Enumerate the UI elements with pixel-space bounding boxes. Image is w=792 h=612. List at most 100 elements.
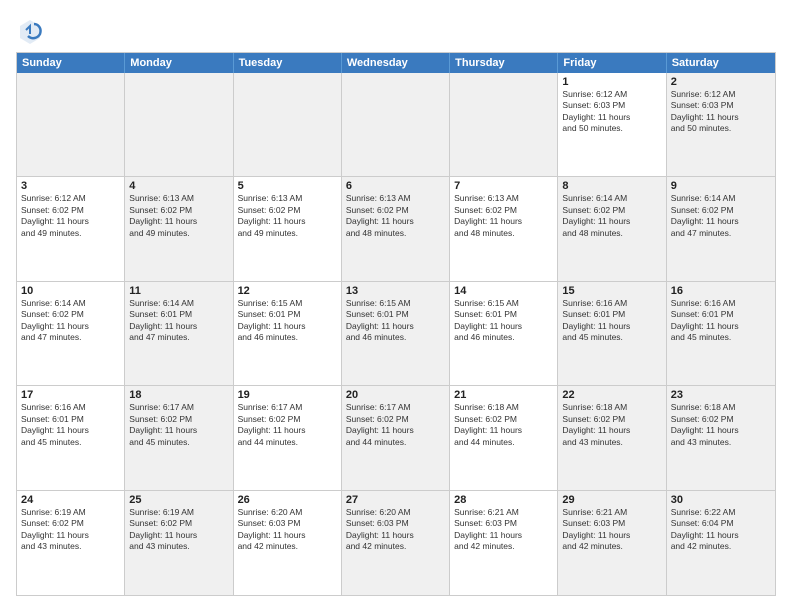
empty-cell bbox=[234, 73, 342, 176]
day-cell-6: 6Sunrise: 6:13 AMSunset: 6:02 PMDaylight… bbox=[342, 177, 450, 280]
header bbox=[16, 16, 776, 44]
day-cell-23: 23Sunrise: 6:18 AMSunset: 6:02 PMDayligh… bbox=[667, 386, 775, 489]
day-info: Sunrise: 6:12 AMSunset: 6:02 PMDaylight:… bbox=[21, 193, 120, 239]
day-cell-10: 10Sunrise: 6:14 AMSunset: 6:02 PMDayligh… bbox=[17, 282, 125, 385]
day-info: Sunrise: 6:13 AMSunset: 6:02 PMDaylight:… bbox=[346, 193, 445, 239]
day-number: 18 bbox=[129, 389, 228, 401]
day-number: 26 bbox=[238, 494, 337, 506]
day-cell-21: 21Sunrise: 6:18 AMSunset: 6:02 PMDayligh… bbox=[450, 386, 558, 489]
logo-icon bbox=[16, 16, 44, 44]
day-cell-9: 9Sunrise: 6:14 AMSunset: 6:02 PMDaylight… bbox=[667, 177, 775, 280]
header-day-monday: Monday bbox=[125, 53, 233, 73]
empty-cell bbox=[17, 73, 125, 176]
day-cell-26: 26Sunrise: 6:20 AMSunset: 6:03 PMDayligh… bbox=[234, 491, 342, 595]
day-info: Sunrise: 6:17 AMSunset: 6:02 PMDaylight:… bbox=[129, 402, 228, 448]
day-info: Sunrise: 6:13 AMSunset: 6:02 PMDaylight:… bbox=[238, 193, 337, 239]
day-number: 30 bbox=[671, 494, 771, 506]
empty-cell bbox=[450, 73, 558, 176]
day-number: 13 bbox=[346, 285, 445, 297]
empty-cell bbox=[342, 73, 450, 176]
day-info: Sunrise: 6:14 AMSunset: 6:02 PMDaylight:… bbox=[21, 298, 120, 344]
day-number: 21 bbox=[454, 389, 553, 401]
header-day-friday: Friday bbox=[558, 53, 666, 73]
day-info: Sunrise: 6:14 AMSunset: 6:01 PMDaylight:… bbox=[129, 298, 228, 344]
day-info: Sunrise: 6:16 AMSunset: 6:01 PMDaylight:… bbox=[562, 298, 661, 344]
day-cell-24: 24Sunrise: 6:19 AMSunset: 6:02 PMDayligh… bbox=[17, 491, 125, 595]
day-number: 27 bbox=[346, 494, 445, 506]
day-cell-17: 17Sunrise: 6:16 AMSunset: 6:01 PMDayligh… bbox=[17, 386, 125, 489]
page: SundayMondayTuesdayWednesdayThursdayFrid… bbox=[0, 0, 792, 612]
day-cell-25: 25Sunrise: 6:19 AMSunset: 6:02 PMDayligh… bbox=[125, 491, 233, 595]
day-cell-22: 22Sunrise: 6:18 AMSunset: 6:02 PMDayligh… bbox=[558, 386, 666, 489]
day-cell-15: 15Sunrise: 6:16 AMSunset: 6:01 PMDayligh… bbox=[558, 282, 666, 385]
day-number: 23 bbox=[671, 389, 771, 401]
day-info: Sunrise: 6:21 AMSunset: 6:03 PMDaylight:… bbox=[562, 507, 661, 553]
day-number: 9 bbox=[671, 180, 771, 192]
week-row-4: 24Sunrise: 6:19 AMSunset: 6:02 PMDayligh… bbox=[17, 491, 775, 595]
day-info: Sunrise: 6:20 AMSunset: 6:03 PMDaylight:… bbox=[346, 507, 445, 553]
day-info: Sunrise: 6:15 AMSunset: 6:01 PMDaylight:… bbox=[238, 298, 337, 344]
day-info: Sunrise: 6:17 AMSunset: 6:02 PMDaylight:… bbox=[238, 402, 337, 448]
day-info: Sunrise: 6:13 AMSunset: 6:02 PMDaylight:… bbox=[454, 193, 553, 239]
day-number: 8 bbox=[562, 180, 661, 192]
day-info: Sunrise: 6:17 AMSunset: 6:02 PMDaylight:… bbox=[346, 402, 445, 448]
calendar: SundayMondayTuesdayWednesdayThursdayFrid… bbox=[16, 52, 776, 596]
day-info: Sunrise: 6:18 AMSunset: 6:02 PMDaylight:… bbox=[562, 402, 661, 448]
day-number: 12 bbox=[238, 285, 337, 297]
day-cell-14: 14Sunrise: 6:15 AMSunset: 6:01 PMDayligh… bbox=[450, 282, 558, 385]
day-info: Sunrise: 6:12 AMSunset: 6:03 PMDaylight:… bbox=[671, 89, 771, 135]
day-cell-5: 5Sunrise: 6:13 AMSunset: 6:02 PMDaylight… bbox=[234, 177, 342, 280]
day-number: 6 bbox=[346, 180, 445, 192]
day-number: 2 bbox=[671, 76, 771, 88]
day-number: 24 bbox=[21, 494, 120, 506]
day-cell-16: 16Sunrise: 6:16 AMSunset: 6:01 PMDayligh… bbox=[667, 282, 775, 385]
day-number: 14 bbox=[454, 285, 553, 297]
day-cell-30: 30Sunrise: 6:22 AMSunset: 6:04 PMDayligh… bbox=[667, 491, 775, 595]
day-cell-12: 12Sunrise: 6:15 AMSunset: 6:01 PMDayligh… bbox=[234, 282, 342, 385]
day-number: 25 bbox=[129, 494, 228, 506]
day-cell-13: 13Sunrise: 6:15 AMSunset: 6:01 PMDayligh… bbox=[342, 282, 450, 385]
day-cell-29: 29Sunrise: 6:21 AMSunset: 6:03 PMDayligh… bbox=[558, 491, 666, 595]
day-number: 15 bbox=[562, 285, 661, 297]
day-number: 4 bbox=[129, 180, 228, 192]
day-cell-28: 28Sunrise: 6:21 AMSunset: 6:03 PMDayligh… bbox=[450, 491, 558, 595]
day-number: 16 bbox=[671, 285, 771, 297]
day-number: 19 bbox=[238, 389, 337, 401]
day-number: 10 bbox=[21, 285, 120, 297]
day-info: Sunrise: 6:13 AMSunset: 6:02 PMDaylight:… bbox=[129, 193, 228, 239]
week-row-2: 10Sunrise: 6:14 AMSunset: 6:02 PMDayligh… bbox=[17, 282, 775, 386]
week-row-1: 3Sunrise: 6:12 AMSunset: 6:02 PMDaylight… bbox=[17, 177, 775, 281]
empty-cell bbox=[125, 73, 233, 176]
day-cell-4: 4Sunrise: 6:13 AMSunset: 6:02 PMDaylight… bbox=[125, 177, 233, 280]
week-row-3: 17Sunrise: 6:16 AMSunset: 6:01 PMDayligh… bbox=[17, 386, 775, 490]
day-number: 17 bbox=[21, 389, 120, 401]
day-number: 29 bbox=[562, 494, 661, 506]
header-day-saturday: Saturday bbox=[667, 53, 775, 73]
week-row-0: 1Sunrise: 6:12 AMSunset: 6:03 PMDaylight… bbox=[17, 73, 775, 177]
day-cell-2: 2Sunrise: 6:12 AMSunset: 6:03 PMDaylight… bbox=[667, 73, 775, 176]
day-info: Sunrise: 6:12 AMSunset: 6:03 PMDaylight:… bbox=[562, 89, 661, 135]
day-cell-19: 19Sunrise: 6:17 AMSunset: 6:02 PMDayligh… bbox=[234, 386, 342, 489]
day-info: Sunrise: 6:20 AMSunset: 6:03 PMDaylight:… bbox=[238, 507, 337, 553]
day-info: Sunrise: 6:14 AMSunset: 6:02 PMDaylight:… bbox=[671, 193, 771, 239]
day-info: Sunrise: 6:14 AMSunset: 6:02 PMDaylight:… bbox=[562, 193, 661, 239]
day-info: Sunrise: 6:22 AMSunset: 6:04 PMDaylight:… bbox=[671, 507, 771, 553]
day-info: Sunrise: 6:18 AMSunset: 6:02 PMDaylight:… bbox=[671, 402, 771, 448]
calendar-header: SundayMondayTuesdayWednesdayThursdayFrid… bbox=[17, 53, 775, 73]
day-info: Sunrise: 6:16 AMSunset: 6:01 PMDaylight:… bbox=[671, 298, 771, 344]
day-info: Sunrise: 6:16 AMSunset: 6:01 PMDaylight:… bbox=[21, 402, 120, 448]
day-number: 11 bbox=[129, 285, 228, 297]
day-info: Sunrise: 6:19 AMSunset: 6:02 PMDaylight:… bbox=[21, 507, 120, 553]
day-info: Sunrise: 6:15 AMSunset: 6:01 PMDaylight:… bbox=[346, 298, 445, 344]
day-cell-20: 20Sunrise: 6:17 AMSunset: 6:02 PMDayligh… bbox=[342, 386, 450, 489]
day-cell-8: 8Sunrise: 6:14 AMSunset: 6:02 PMDaylight… bbox=[558, 177, 666, 280]
day-number: 3 bbox=[21, 180, 120, 192]
calendar-body: 1Sunrise: 6:12 AMSunset: 6:03 PMDaylight… bbox=[17, 73, 775, 595]
day-info: Sunrise: 6:15 AMSunset: 6:01 PMDaylight:… bbox=[454, 298, 553, 344]
day-number: 22 bbox=[562, 389, 661, 401]
day-cell-1: 1Sunrise: 6:12 AMSunset: 6:03 PMDaylight… bbox=[558, 73, 666, 176]
day-info: Sunrise: 6:21 AMSunset: 6:03 PMDaylight:… bbox=[454, 507, 553, 553]
header-day-wednesday: Wednesday bbox=[342, 53, 450, 73]
day-cell-27: 27Sunrise: 6:20 AMSunset: 6:03 PMDayligh… bbox=[342, 491, 450, 595]
day-number: 5 bbox=[238, 180, 337, 192]
